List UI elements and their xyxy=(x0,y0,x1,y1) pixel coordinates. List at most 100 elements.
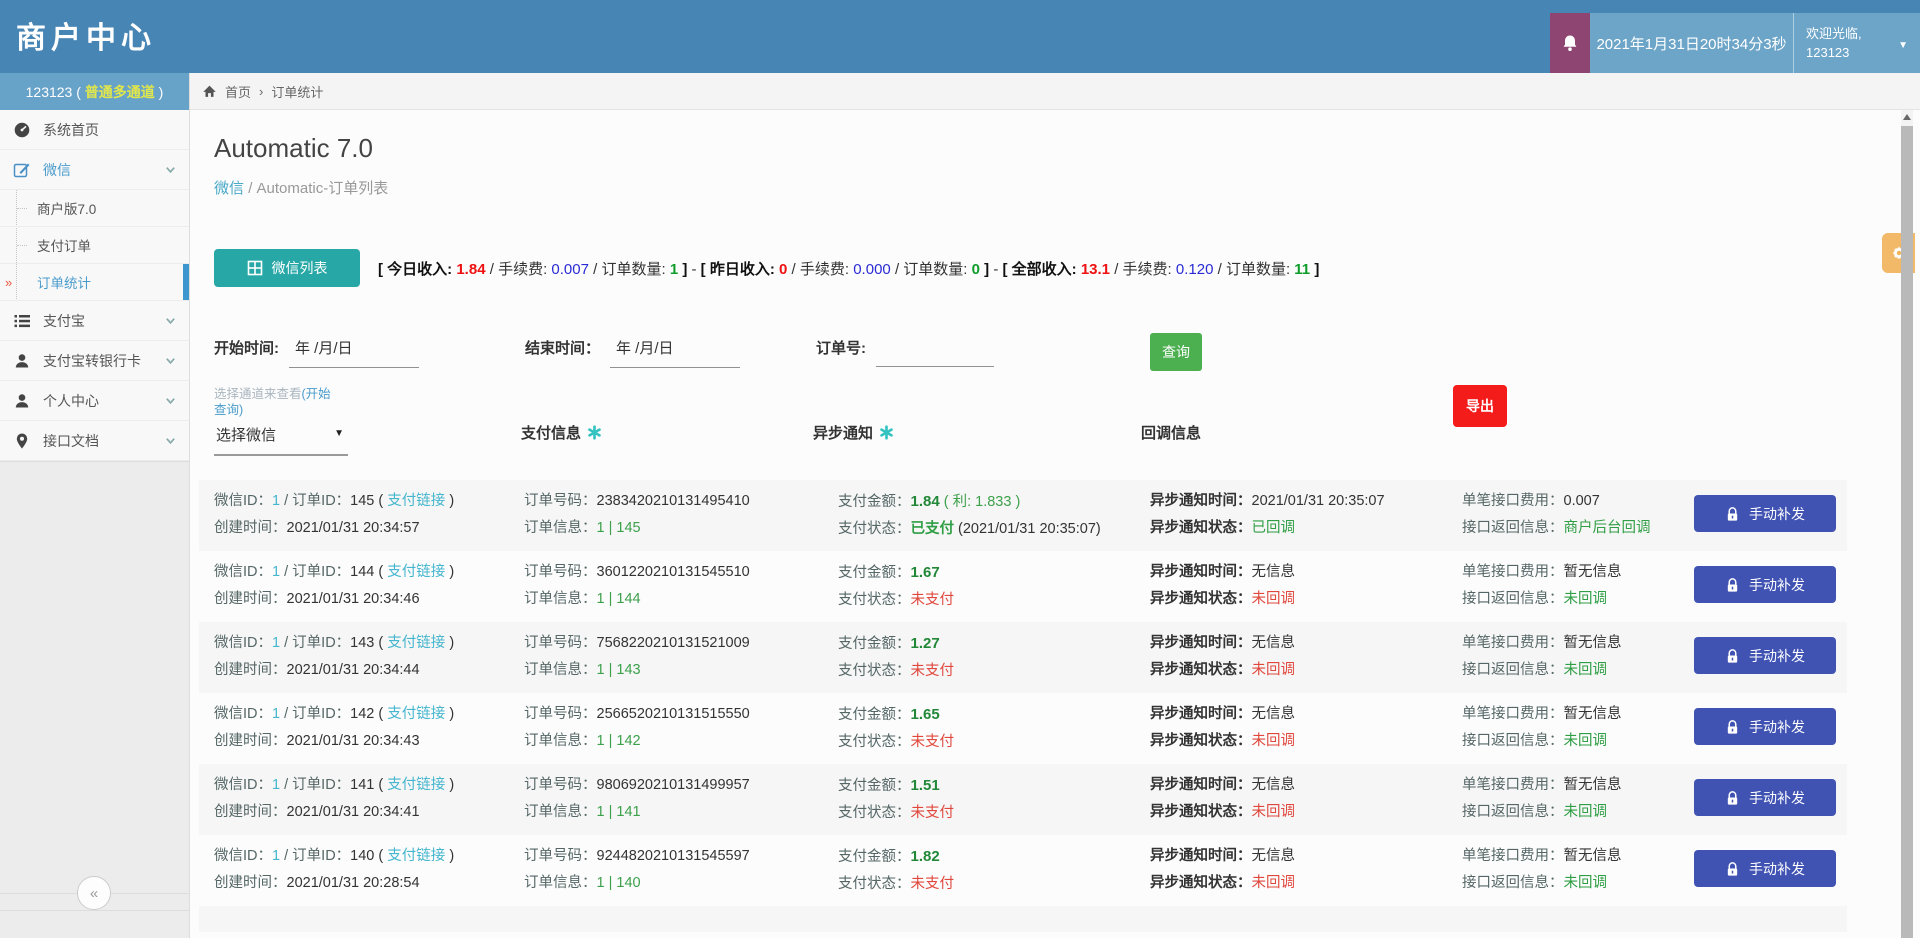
order-id-label: / 订单ID： xyxy=(284,564,350,580)
order-no-label: 订单号码： xyxy=(524,706,597,722)
yesterday-count-value: 0 xyxy=(972,261,980,278)
yesterday-fee-value: 0.000 xyxy=(853,261,891,278)
sidebar-subitem-order-stats[interactable]: » 订单统计 xyxy=(0,264,189,301)
notify-cell: 异步通知时间：无信息 异步通知状态：未回调 xyxy=(1150,630,1462,693)
sidebar-subitem-merchant-v7[interactable]: 商户版7.0 xyxy=(0,190,189,227)
amount-profit-note: ( 利: 1.833 ) xyxy=(944,494,1021,510)
notify-cell: 异步通知时间：无信息 异步通知状态：未回调 xyxy=(1150,843,1462,906)
start-date-input[interactable]: 年 /月/日 xyxy=(289,337,419,368)
scroll-up-arrow-icon[interactable] xyxy=(1903,114,1911,120)
subnav-wechat-link[interactable]: 微信 xyxy=(214,180,244,197)
notify-status-value: 未回调 xyxy=(1252,662,1296,678)
notify-status-label: 异步通知状态： xyxy=(1150,591,1252,607)
sidebar-collapse-button[interactable]: « xyxy=(77,876,111,910)
channel-select-value: 选择微信 xyxy=(216,424,276,445)
sidebar-item-dashboard[interactable]: 系统首页 xyxy=(0,110,189,150)
created-value: 2021/01/31 20:34:44 xyxy=(287,662,420,678)
brand-title: 商户中心 xyxy=(16,13,156,57)
notify-status-value: 未回调 xyxy=(1252,875,1296,891)
order-no-input[interactable] xyxy=(876,340,994,367)
wechat-id-value: 1 xyxy=(272,635,280,651)
lock-icon xyxy=(1725,506,1740,522)
pay-link[interactable]: 支付链接 xyxy=(387,848,445,864)
wechat-id-value: 1 xyxy=(272,848,280,864)
manual-resend-button[interactable]: 手动补发 xyxy=(1694,495,1836,532)
channel-row: 选择通道来查看(开始查询) 选择微信 ▼ 支付信息 异步通知 回调信息 导出 xyxy=(190,378,1920,473)
order-info-label: 订单信息： xyxy=(524,875,597,891)
pay-link[interactable]: 支付链接 xyxy=(387,706,445,722)
sidebar-subitem-pay-orders[interactable]: 支付订单 xyxy=(0,227,189,264)
wechat-id-value: 1 xyxy=(272,706,280,722)
wechat-id-label: 微信ID： xyxy=(214,848,272,864)
sidebar-item-alipay[interactable]: 支付宝 xyxy=(0,301,189,341)
order-info-label: 订单信息： xyxy=(524,591,597,607)
order-no-cell: 订单号码：9244820210131545597 订单信息：1 | 140 xyxy=(524,843,838,906)
lock-icon xyxy=(1725,648,1740,664)
scrollbar-thumb[interactable] xyxy=(1901,126,1913,938)
callback-label: 接口返回信息： xyxy=(1462,804,1564,820)
fee-label: 单笔接口费用： xyxy=(1462,493,1564,509)
action-cell: 手动补发 xyxy=(1694,630,1847,693)
channel-hint-text: 选择通道来查看 xyxy=(214,387,302,401)
channel-select[interactable]: 选择微信 ▼ xyxy=(214,422,348,456)
order-id-value: 142 xyxy=(350,706,374,722)
callback-value: 商户后台回调 xyxy=(1564,520,1651,536)
wechat-list-button[interactable]: 微信列表 xyxy=(214,249,360,287)
header-right-group: 2021年1月31日20时34分3秒 欢迎光临, 123123 ▼ xyxy=(1550,13,1920,73)
account-id: 123123 ( xyxy=(26,84,85,100)
pay-status-value: 未支付 xyxy=(911,734,955,750)
search-button[interactable]: 查询 xyxy=(1150,333,1202,371)
amount-label: 支付金额： xyxy=(838,849,911,865)
amount-value: 1.51 xyxy=(911,777,940,794)
end-date-input[interactable]: 年 /月/日 xyxy=(610,337,740,368)
manual-resend-button[interactable]: 手动补发 xyxy=(1694,708,1836,745)
callback-label: 接口返回信息： xyxy=(1462,591,1564,607)
fee-label: 单笔接口费用： xyxy=(1462,635,1564,651)
sidebar-item-label: 个人中心 xyxy=(43,391,99,411)
order-id-cell: 微信ID：1 / 订单ID：144 ( 支付链接 ) 创建时间：2021/01/… xyxy=(214,559,524,622)
sidebar-item-wechat[interactable]: 微信 xyxy=(0,150,189,190)
paren: ) xyxy=(449,564,454,580)
manual-resend-label: 手动补发 xyxy=(1749,575,1805,595)
order-id-cell: 微信ID：1 / 订单ID：141 ( 支付链接 ) 创建时间：2021/01/… xyxy=(214,772,524,835)
sidebar-item-label: 支付宝转银行卡 xyxy=(43,351,141,371)
stat-part: / xyxy=(1114,261,1118,278)
order-id-cell: 微信ID：1 / 订单ID：142 ( 支付链接 ) 创建时间：2021/01/… xyxy=(214,701,524,764)
sidebar-subitem-label: 订单统计 xyxy=(37,272,91,292)
fee-cell: 单笔接口费用：暂无信息 接口返回信息：未回调 xyxy=(1462,843,1694,906)
notify-time-value: 无信息 xyxy=(1252,848,1296,864)
vertical-scrollbar[interactable] xyxy=(1901,110,1913,938)
fan-icon xyxy=(879,425,894,440)
breadcrumb: 首页 › 订单统计 xyxy=(190,73,1920,110)
manual-resend-button[interactable]: 手动补发 xyxy=(1694,779,1836,816)
edit-icon xyxy=(13,161,31,179)
chevron-down-icon xyxy=(164,394,177,407)
user-menu[interactable]: 欢迎光临, 123123 ▼ xyxy=(1793,13,1920,73)
order-info-label: 订单信息： xyxy=(524,804,597,820)
sidebar-item-api-docs[interactable]: 接口文档 xyxy=(0,421,189,461)
amount-value: 1.67 xyxy=(911,564,940,581)
pay-link[interactable]: 支付链接 xyxy=(387,493,445,509)
pay-link[interactable]: 支付链接 xyxy=(387,564,445,580)
sidebar-item-profile[interactable]: 个人中心 xyxy=(0,381,189,421)
notifications-button[interactable] xyxy=(1550,13,1590,73)
total-fee-value: 0.120 xyxy=(1176,261,1214,278)
manual-resend-button[interactable]: 手动补发 xyxy=(1694,850,1836,887)
income-stats: [ 今日收入: 1.84 / 手续费: 0.007 / 订单数量: 1 ] - … xyxy=(378,258,1319,279)
manual-resend-button[interactable]: 手动补发 xyxy=(1694,637,1836,674)
export-button[interactable]: 导出 xyxy=(1453,385,1507,427)
sidebar-item-alipay-to-bankcard[interactable]: 支付宝转银行卡 xyxy=(0,341,189,381)
fee-cell: 单笔接口费用：暂无信息 接口返回信息：未回调 xyxy=(1462,559,1694,622)
pay-link[interactable]: 支付链接 xyxy=(387,777,445,793)
created-label: 创建时间： xyxy=(214,591,287,607)
paren: ( xyxy=(378,493,383,509)
order-id-value: 140 xyxy=(350,848,374,864)
callback-label: 接口返回信息： xyxy=(1462,662,1564,678)
order-id-value: 141 xyxy=(350,777,374,793)
pay-link[interactable]: 支付链接 xyxy=(387,635,445,651)
notify-time-value: 2021/01/31 20:35:07 xyxy=(1252,493,1385,509)
callback-value: 未回调 xyxy=(1564,591,1608,607)
manual-resend-button[interactable]: 手动补发 xyxy=(1694,566,1836,603)
account-badge: 123123 ( 普通多通道 ) xyxy=(0,73,189,110)
breadcrumb-home[interactable]: 首页 xyxy=(225,82,251,101)
